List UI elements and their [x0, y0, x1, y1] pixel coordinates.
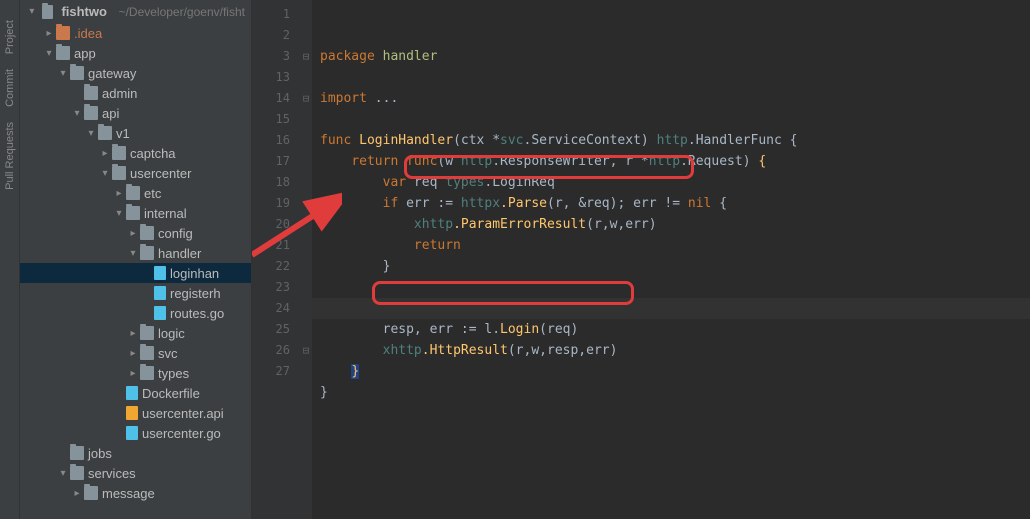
tree-item-captcha[interactable]: captcha: [20, 143, 251, 163]
tree-item-etc[interactable]: etc: [20, 183, 251, 203]
tree-item-app[interactable]: app: [20, 43, 251, 63]
editor-area: 123131415161718192021222324252627 ⊟ ⊟ ⊟ …: [252, 0, 1030, 519]
project-name: fishtwo: [61, 4, 107, 19]
tree-item-loginhan[interactable]: loginhan: [20, 263, 251, 283]
code-editor[interactable]: package handler import ... func LoginHan…: [312, 0, 1030, 519]
tree-item-services[interactable]: services: [20, 463, 251, 483]
project-sidebar: fishtwo ~/Developer/goenv/fisht .ideaapp…: [20, 0, 252, 519]
line-gutter: 123131415161718192021222324252627: [252, 0, 300, 519]
tree-item-logic[interactable]: logic: [20, 323, 251, 343]
tree-item--idea[interactable]: .idea: [20, 23, 251, 43]
tool-window-rail: Project Commit Pull Requests: [0, 0, 20, 519]
tree-item-svc[interactable]: svc: [20, 343, 251, 363]
rail-pullreq[interactable]: Pull Requests: [4, 122, 16, 190]
tree-item-internal[interactable]: internal: [20, 203, 251, 223]
tree-item-jobs[interactable]: jobs: [20, 443, 251, 463]
rail-project[interactable]: Project: [4, 20, 16, 54]
tree-item-api[interactable]: api: [20, 103, 251, 123]
tree-item-usercenter-api[interactable]: usercenter.api: [20, 403, 251, 423]
tree-item-admin[interactable]: admin: [20, 83, 251, 103]
tree-item-usercenter[interactable]: usercenter: [20, 163, 251, 183]
folder-icon: [42, 5, 54, 19]
chevron-down-icon[interactable]: [26, 6, 38, 17]
tree-item-usercenter-go[interactable]: usercenter.go: [20, 423, 251, 443]
tree-item-handler[interactable]: handler: [20, 243, 251, 263]
fold-gutter[interactable]: ⊟ ⊟ ⊟: [300, 0, 312, 519]
tree-item-registerh[interactable]: registerh: [20, 283, 251, 303]
project-path: ~/Developer/goenv/fisht: [119, 5, 245, 19]
tree-item-routes-go[interactable]: routes.go: [20, 303, 251, 323]
tree-item-gateway[interactable]: gateway: [20, 63, 251, 83]
tree-item-types[interactable]: types: [20, 363, 251, 383]
project-root[interactable]: fishtwo ~/Developer/goenv/fisht: [20, 0, 251, 23]
rail-commit[interactable]: Commit: [4, 69, 16, 107]
project-tree[interactable]: .ideaappgatewayadminapiv1captchausercent…: [20, 23, 251, 503]
tree-item-Dockerfile[interactable]: Dockerfile: [20, 383, 251, 403]
tree-item-message[interactable]: message: [20, 483, 251, 503]
tree-item-v1[interactable]: v1: [20, 123, 251, 143]
tree-item-config[interactable]: config: [20, 223, 251, 243]
